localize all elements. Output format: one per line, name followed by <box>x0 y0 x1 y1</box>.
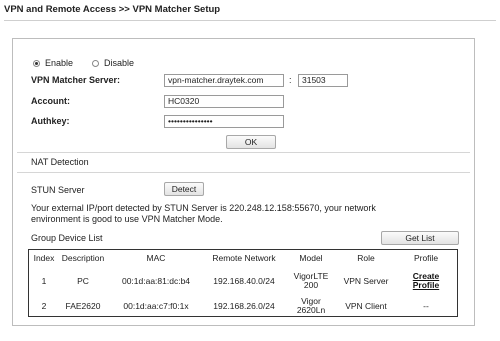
server-input[interactable]: vpn-matcher.draytek.com <box>164 74 284 87</box>
row-2-remote-network: 192.168.26.0/24 <box>213 301 275 311</box>
row-1-model-line-2: 200 <box>303 280 319 290</box>
detect-button[interactable]: Detect <box>164 182 204 196</box>
row-2-profile: -- <box>423 301 429 311</box>
authkey-label: Authkey: <box>31 116 70 126</box>
disable-radio[interactable] <box>92 60 99 67</box>
row-2-mac: 00:1d:aa:c7:f0:1x <box>123 301 189 311</box>
group-device-list-heading: Group Device List <box>31 233 103 243</box>
stun-server-label: STUN Server <box>31 185 85 195</box>
enable-radio[interactable] <box>33 60 40 67</box>
column-header-profile: Profile <box>413 253 439 263</box>
row-2-index: 2 <box>41 301 47 311</box>
get-list-button[interactable]: Get List <box>381 231 459 245</box>
disable-label: Disable <box>104 58 135 68</box>
port-input[interactable]: 31503 <box>298 74 348 87</box>
authkey-input[interactable]: ••••••••••••••• <box>164 115 284 128</box>
column-header-mac: MAC <box>146 253 166 263</box>
row-2-description: FAE2620 <box>65 301 101 311</box>
row-2-model-line-2: 2620Ln <box>296 305 326 315</box>
nat-detection-heading: NAT Detection <box>31 157 89 167</box>
enable-label: Enable <box>45 58 74 68</box>
server-label: VPN Matcher Server: <box>31 75 121 85</box>
column-header-role: Role <box>357 253 375 263</box>
section-divider <box>17 172 470 173</box>
create-profile-link-line-2[interactable]: Profile <box>397 281 455 290</box>
account-label: Account: <box>31 96 70 106</box>
column-header-description: Description <box>61 253 105 263</box>
section-divider <box>17 152 470 153</box>
row-1-mac: 00:1d:aa:81:dc:b4 <box>121 276 191 286</box>
row-1-remote-network: 192.168.40.0/24 <box>213 276 275 286</box>
row-1-index: 1 <box>41 276 47 286</box>
stun-result-line-2: environment is good to use VPN Matcher M… <box>31 214 223 224</box>
stun-result-line-1: Your external IP/port detected by STUN S… <box>31 203 376 213</box>
row-2-role: VPN Client <box>345 301 387 311</box>
title-divider <box>4 20 496 21</box>
group-device-table: Index Description MAC Remote Network Mod… <box>28 249 458 317</box>
page-title: VPN and Remote Access >> VPN Matcher Set… <box>4 4 221 15</box>
column-header-remote-network: Remote Network <box>212 253 276 263</box>
row-1-description: PC <box>77 276 89 286</box>
ok-button[interactable]: OK <box>226 135 276 149</box>
column-header-model: Model <box>299 253 323 263</box>
column-header-index: Index <box>33 253 55 263</box>
account-input[interactable]: HC0320 <box>164 95 284 108</box>
port-separator: : <box>289 75 292 85</box>
row-1-role: VPN Server <box>343 276 389 286</box>
